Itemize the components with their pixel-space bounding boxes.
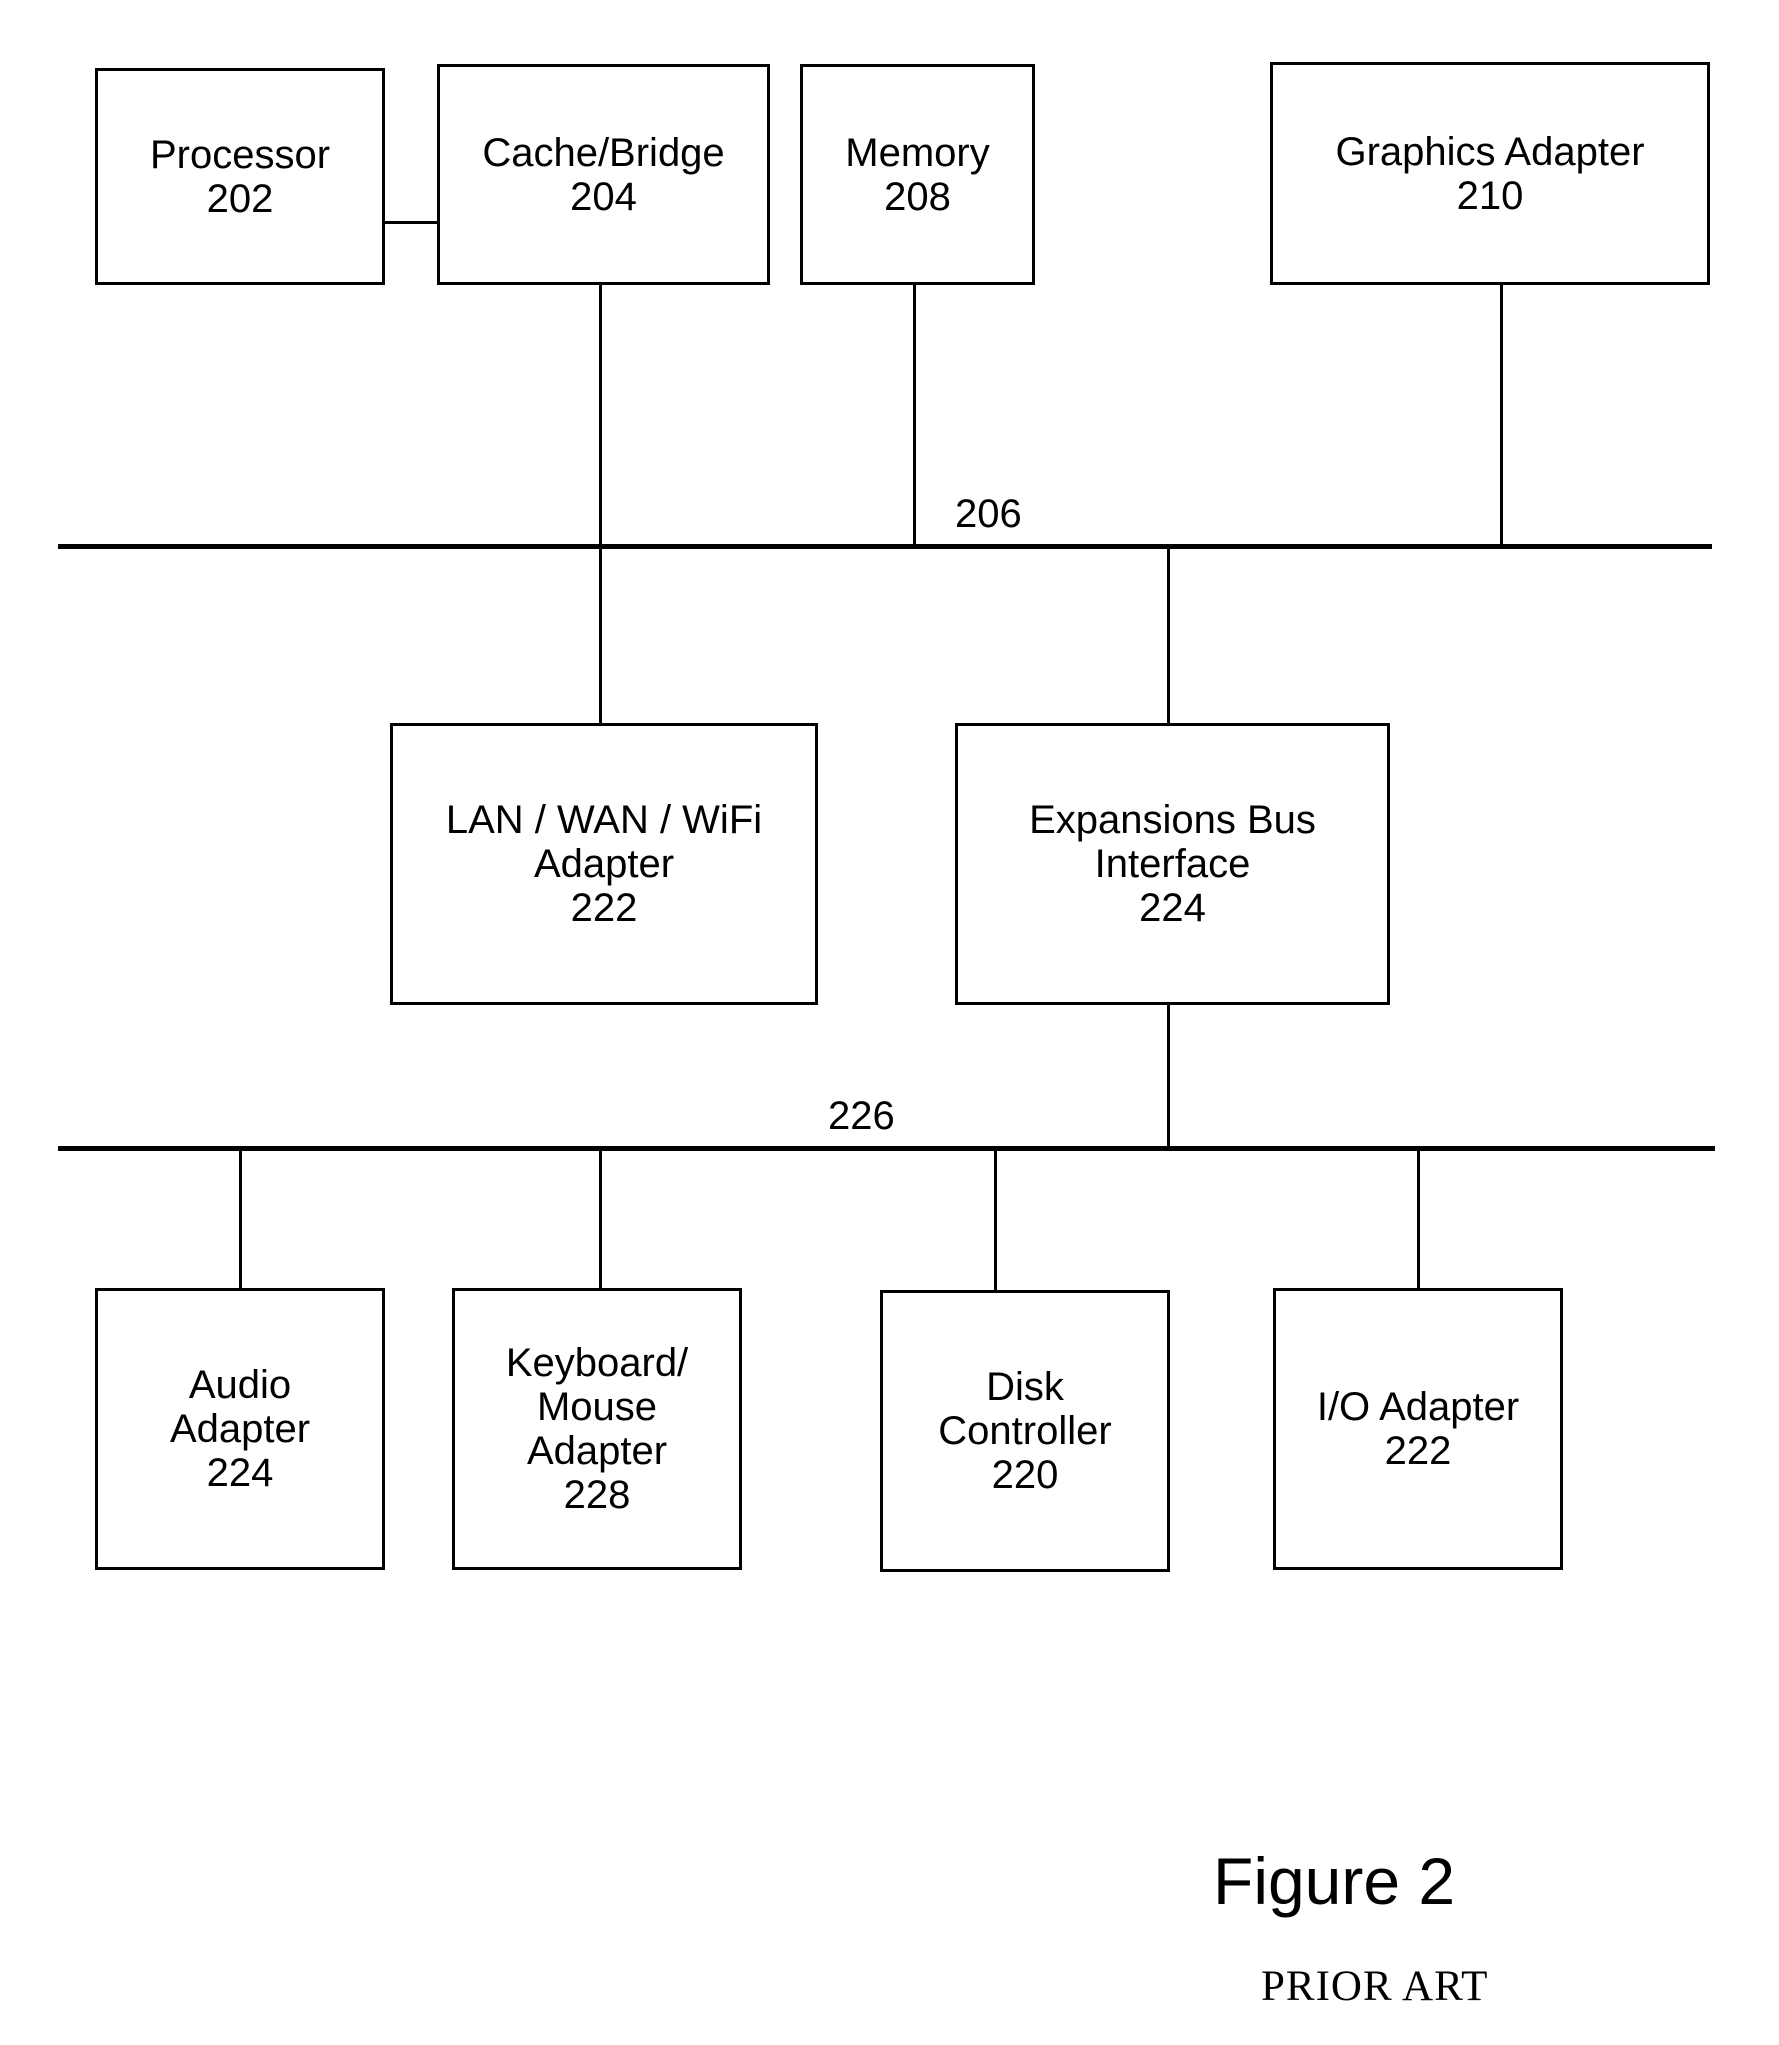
- block-audio-adapter-224: Audio Adapter 224: [95, 1288, 385, 1570]
- figure-caption: Figure 2: [1213, 1844, 1456, 1918]
- connector-bus226-to-audio-adapter: [239, 1148, 242, 1291]
- block-lan-wan-wifi-label: LAN / WAN / WiFi: [445, 798, 763, 842]
- block-cache-bridge-ref: 204: [570, 174, 637, 219]
- block-keyboard-mouse-adapter-228: Keyboard/ Mouse Adapter 228: [452, 1288, 742, 1570]
- block-expansions-bus-interface-224: Expansions Bus Interface 224: [955, 723, 1390, 1005]
- bus-226-line: [58, 1146, 1715, 1151]
- block-processor-202: Processor 202: [95, 68, 385, 285]
- block-memory-208: Memory 208: [800, 64, 1035, 285]
- block-disk-controller-ref: 220: [991, 1453, 1059, 1497]
- connector-processor-to-cache: [385, 221, 440, 224]
- block-processor-label: Processor: [149, 132, 331, 177]
- block-cache-bridge-204: Cache/Bridge 204: [437, 64, 770, 285]
- connector-cache-to-bus206: [599, 285, 602, 549]
- block-keyboard-mouse-label-3: Adapter: [526, 1429, 668, 1473]
- bus-206-line: [58, 544, 1712, 549]
- block-audio-adapter-label: Audio: [188, 1363, 292, 1407]
- block-disk-controller-label-2: Controller: [938, 1409, 1112, 1453]
- block-memory-label: Memory: [845, 130, 990, 175]
- figure-subcaption: PRIOR ART: [1261, 1963, 1489, 2010]
- block-processor-ref: 202: [206, 176, 274, 221]
- block-expansions-bus-label-2: Interface: [1094, 842, 1251, 886]
- connector-memory-to-bus206: [913, 285, 916, 549]
- connector-bus206-to-lan-adapter: [599, 546, 602, 726]
- connector-bus206-to-expansion-bus: [1167, 546, 1170, 726]
- block-expansions-bus-label: Expansions Bus: [1029, 798, 1316, 842]
- connector-bus226-to-keyboard-mouse-adapter: [599, 1148, 602, 1291]
- figure-2-prior-art-diagram: Processor 202 Cache/Bridge 204 Memory 20…: [0, 0, 1779, 2045]
- block-io-adapter-222: I/O Adapter 222: [1273, 1288, 1563, 1570]
- block-disk-controller-220: Disk Controller 220: [880, 1290, 1170, 1572]
- block-lan-wan-wifi-label-2: Adapter: [533, 842, 675, 886]
- block-audio-adapter-label-2: Adapter: [169, 1407, 311, 1451]
- block-audio-adapter-ref: 224: [206, 1451, 274, 1495]
- block-keyboard-mouse-label: Keyboard/: [505, 1341, 689, 1385]
- block-disk-controller-label: Disk: [986, 1365, 1064, 1409]
- block-graphics-adapter-label: Graphics Adapter: [1335, 129, 1645, 174]
- block-expansions-bus-ref: 224: [1139, 886, 1206, 930]
- connector-bus226-to-io-adapter: [1417, 1148, 1420, 1291]
- block-memory-ref: 208: [884, 174, 951, 219]
- bus-206-label: 206: [955, 492, 1022, 536]
- block-graphics-adapter-210: Graphics Adapter 210: [1270, 62, 1710, 285]
- connector-bus226-to-disk-controller: [994, 1148, 997, 1291]
- block-keyboard-mouse-ref: 228: [563, 1473, 631, 1517]
- block-io-adapter-ref: 222: [1384, 1429, 1452, 1473]
- block-io-adapter-label: I/O Adapter: [1316, 1385, 1520, 1429]
- bus-226-label: 226: [828, 1094, 895, 1138]
- block-lan-wan-wifi-adapter-222: LAN / WAN / WiFi Adapter 222: [390, 723, 818, 1005]
- connector-expansion-bus-to-bus226: [1167, 1005, 1170, 1151]
- block-keyboard-mouse-label-2: Mouse: [536, 1385, 658, 1429]
- block-graphics-adapter-ref: 210: [1456, 173, 1524, 218]
- block-lan-wan-wifi-ref: 222: [570, 886, 638, 930]
- connector-graphics-to-bus206: [1500, 285, 1503, 549]
- block-cache-bridge-label: Cache/Bridge: [482, 130, 725, 175]
